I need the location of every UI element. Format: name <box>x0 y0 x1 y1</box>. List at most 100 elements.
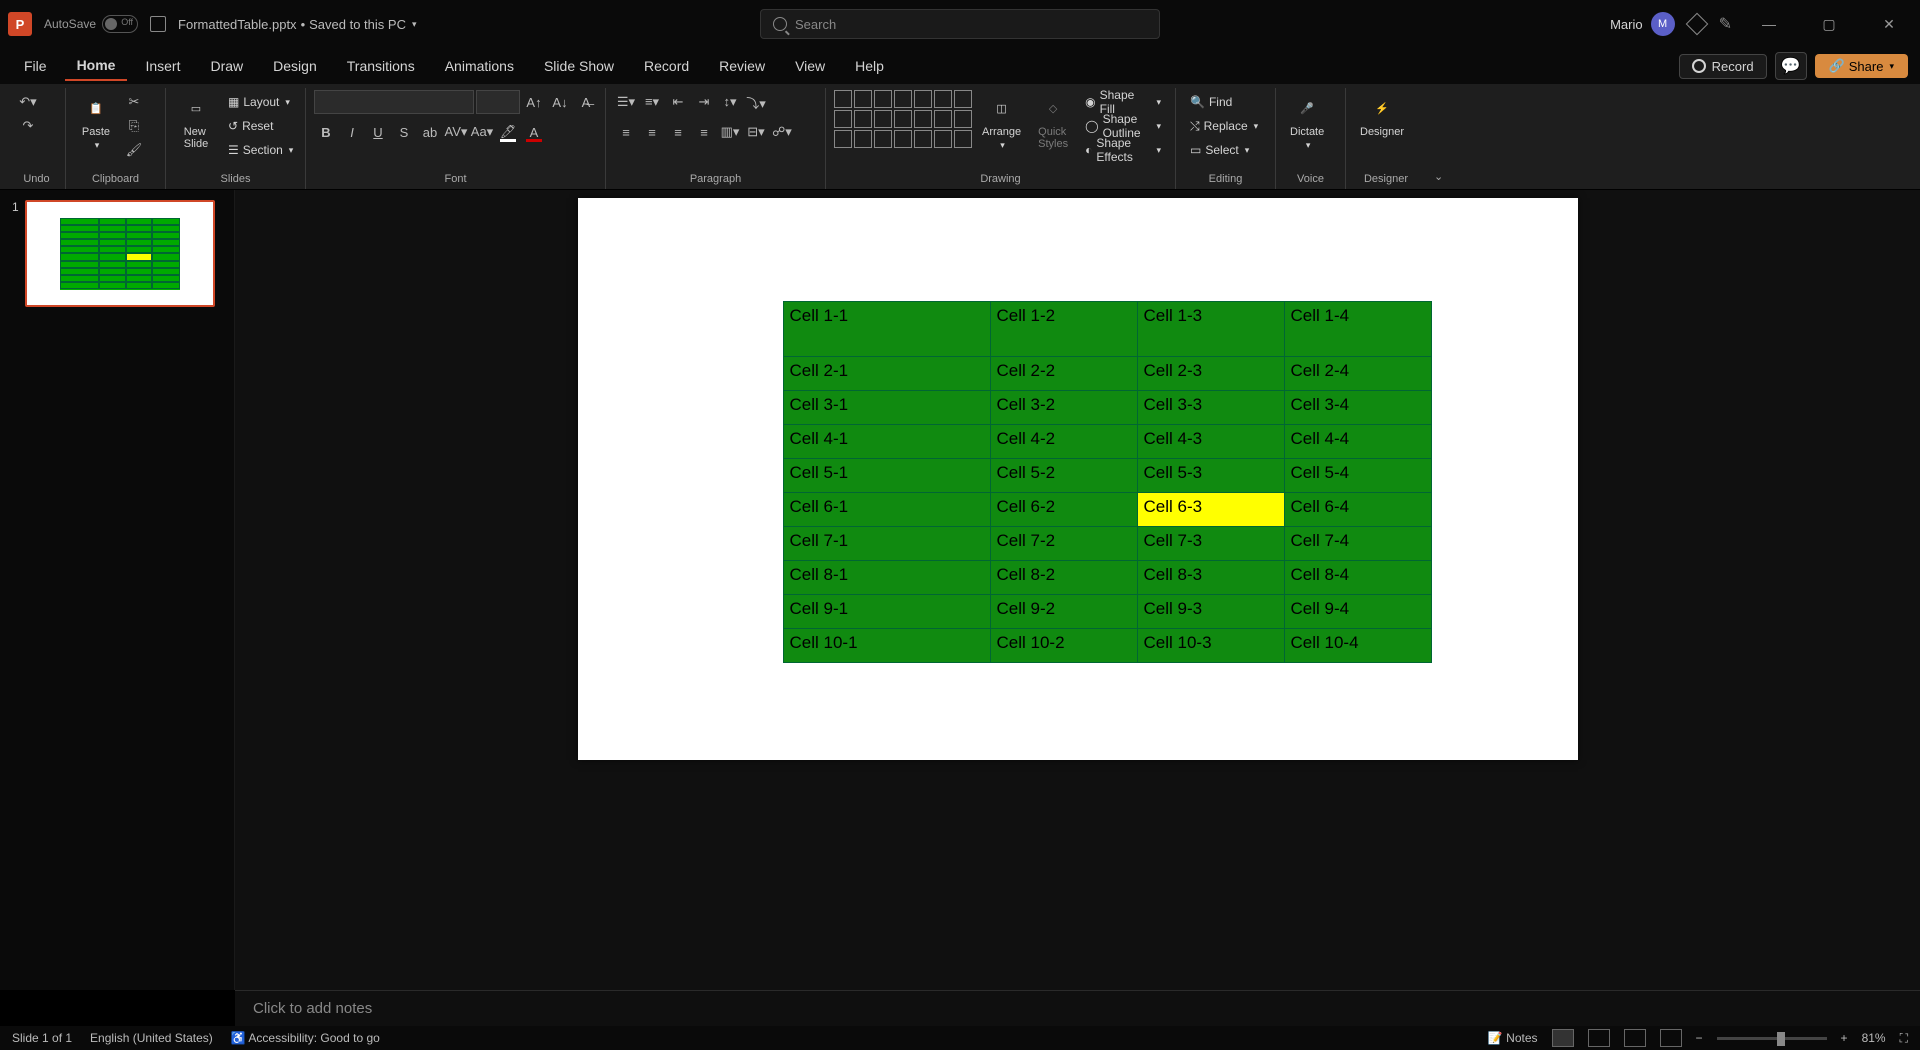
table-cell[interactable]: Cell 10-2 <box>990 629 1137 663</box>
table-cell[interactable]: Cell 4-1 <box>783 425 990 459</box>
tab-view[interactable]: View <box>783 52 837 80</box>
minimize-button[interactable]: — <box>1746 8 1792 40</box>
text-direction-button[interactable]: ⤵▾ <box>744 90 768 114</box>
align-right-button[interactable]: ≡ <box>666 120 690 144</box>
case-button[interactable]: Aa▾ <box>470 120 494 144</box>
smartart-button[interactable]: ☍▾ <box>770 120 794 144</box>
table-cell[interactable]: Cell 3-1 <box>783 391 990 425</box>
account-button[interactable]: Mario M <box>1610 12 1675 36</box>
spacing-button[interactable]: AV▾ <box>444 120 468 144</box>
copy-button[interactable]: ⎘ <box>122 114 146 138</box>
table-cell[interactable]: Cell 5-1 <box>783 459 990 493</box>
notes-pane[interactable]: Click to add notes <box>235 990 1920 1026</box>
numbering-button[interactable]: ≡▾ <box>640 90 664 114</box>
font-size-input[interactable] <box>476 90 520 114</box>
comments-button[interactable]: 💬 <box>1775 52 1807 80</box>
sorter-view-button[interactable] <box>1588 1029 1610 1047</box>
decrease-font-button[interactable]: A↓ <box>548 90 572 114</box>
arrange-button[interactable]: ◫Arrange▾ <box>976 90 1027 153</box>
table-cell[interactable]: Cell 6-4 <box>1284 493 1431 527</box>
indent-inc-button[interactable]: ⇥ <box>692 90 716 114</box>
undo-button[interactable]: ↶▾ <box>16 90 40 114</box>
table-cell[interactable]: Cell 9-4 <box>1284 595 1431 629</box>
tab-home[interactable]: Home <box>65 51 128 81</box>
diamond-icon[interactable] <box>1685 13 1708 36</box>
table-cell[interactable]: Cell 5-3 <box>1137 459 1284 493</box>
tab-draw[interactable]: Draw <box>198 52 255 80</box>
table-cell[interactable]: Cell 6-3 <box>1137 493 1284 527</box>
table-cell[interactable]: Cell 8-3 <box>1137 561 1284 595</box>
justify-button[interactable]: ≡ <box>692 120 716 144</box>
tab-review[interactable]: Review <box>707 52 777 80</box>
table-cell[interactable]: Cell 4-3 <box>1137 425 1284 459</box>
table-cell[interactable]: Cell 6-2 <box>990 493 1137 527</box>
slide-table[interactable]: Cell 1-1Cell 1-2Cell 1-3Cell 1-4Cell 2-1… <box>783 301 1432 663</box>
table-cell[interactable]: Cell 1-3 <box>1137 302 1284 357</box>
table-cell[interactable]: Cell 1-2 <box>990 302 1137 357</box>
table-cell[interactable]: Cell 8-1 <box>783 561 990 595</box>
document-title[interactable]: FormattedTable.pptx • Saved to this PC ▾ <box>178 17 416 32</box>
paste-button[interactable]: 📋 Paste▾ <box>74 90 118 153</box>
underline-button[interactable]: U <box>366 120 390 144</box>
table-cell[interactable]: Cell 7-3 <box>1137 527 1284 561</box>
table-cell[interactable]: Cell 9-3 <box>1137 595 1284 629</box>
table-cell[interactable]: Cell 4-2 <box>990 425 1137 459</box>
slide-count[interactable]: Slide 1 of 1 <box>12 1031 72 1045</box>
increase-font-button[interactable]: A↑ <box>522 90 546 114</box>
table-cell[interactable]: Cell 1-4 <box>1284 302 1431 357</box>
table-cell[interactable]: Cell 2-2 <box>990 357 1137 391</box>
zoom-slider[interactable] <box>1717 1037 1827 1040</box>
zoom-out-button[interactable]: − <box>1696 1031 1703 1045</box>
format-painter-button[interactable]: 🖌 <box>122 138 146 162</box>
tab-slideshow[interactable]: Slide Show <box>532 52 626 80</box>
record-button[interactable]: Record <box>1679 54 1767 79</box>
font-family-input[interactable] <box>314 90 474 114</box>
bullets-button[interactable]: ☰▾ <box>614 90 638 114</box>
tab-transitions[interactable]: Transitions <box>335 52 427 80</box>
redo-button[interactable]: ↷ <box>16 114 40 138</box>
table-cell[interactable]: Cell 4-4 <box>1284 425 1431 459</box>
dictate-button[interactable]: 🎤Dictate▾ <box>1284 90 1330 153</box>
strike-button[interactable]: S <box>392 120 416 144</box>
cut-button[interactable]: ✂ <box>122 90 146 114</box>
slide-1[interactable]: Cell 1-1Cell 1-2Cell 1-3Cell 1-4Cell 2-1… <box>578 198 1578 760</box>
table-cell[interactable]: Cell 3-3 <box>1137 391 1284 425</box>
shape-outline-button[interactable]: ◯ Shape Outline▾ <box>1079 114 1167 138</box>
table-cell[interactable]: Cell 9-2 <box>990 595 1137 629</box>
tab-design[interactable]: Design <box>261 52 329 80</box>
collapse-ribbon-button[interactable]: ⌄ <box>1426 170 1451 189</box>
table-cell[interactable]: Cell 1-1 <box>783 302 990 357</box>
align-text-button[interactable]: ⊟▾ <box>744 120 768 144</box>
language-status[interactable]: English (United States) <box>90 1031 213 1045</box>
close-button[interactable]: ✕ <box>1866 8 1912 40</box>
save-icon[interactable] <box>150 16 166 32</box>
search-input[interactable]: Search <box>760 9 1160 39</box>
tab-file[interactable]: File <box>12 52 59 80</box>
font-color-button[interactable]: A <box>522 120 546 144</box>
select-button[interactable]: ▭ Select▾ <box>1184 138 1264 162</box>
table-cell[interactable]: Cell 5-2 <box>990 459 1137 493</box>
table-cell[interactable]: Cell 10-3 <box>1137 629 1284 663</box>
autosave-toggle[interactable]: AutoSave Off <box>44 15 138 33</box>
columns-button[interactable]: ▥▾ <box>718 120 742 144</box>
reset-button[interactable]: ↺ Reset <box>222 114 299 138</box>
italic-button[interactable]: I <box>340 120 364 144</box>
table-cell[interactable]: Cell 3-2 <box>990 391 1137 425</box>
table-cell[interactable]: Cell 7-2 <box>990 527 1137 561</box>
table-cell[interactable]: Cell 10-1 <box>783 629 990 663</box>
new-slide-button[interactable]: ▭ New Slide <box>174 90 218 152</box>
section-button[interactable]: ☰ Section▾ <box>222 138 299 162</box>
tab-help[interactable]: Help <box>843 52 896 80</box>
share-button[interactable]: 🔗 Share ▾ <box>1815 54 1908 78</box>
find-button[interactable]: 🔍 Find <box>1184 90 1264 114</box>
table-cell[interactable]: Cell 2-3 <box>1137 357 1284 391</box>
table-cell[interactable]: Cell 10-4 <box>1284 629 1431 663</box>
table-cell[interactable]: Cell 8-4 <box>1284 561 1431 595</box>
shape-fill-button[interactable]: ◉ Shape Fill▾ <box>1079 90 1167 114</box>
table-cell[interactable]: Cell 7-1 <box>783 527 990 561</box>
designer-button[interactable]: ⚡Designer <box>1354 90 1410 140</box>
slideshow-view-button[interactable] <box>1660 1029 1682 1047</box>
zoom-in-button[interactable]: + <box>1841 1031 1848 1045</box>
slide-thumbnail-1[interactable] <box>25 200 215 307</box>
shadow-button[interactable]: ab <box>418 120 442 144</box>
